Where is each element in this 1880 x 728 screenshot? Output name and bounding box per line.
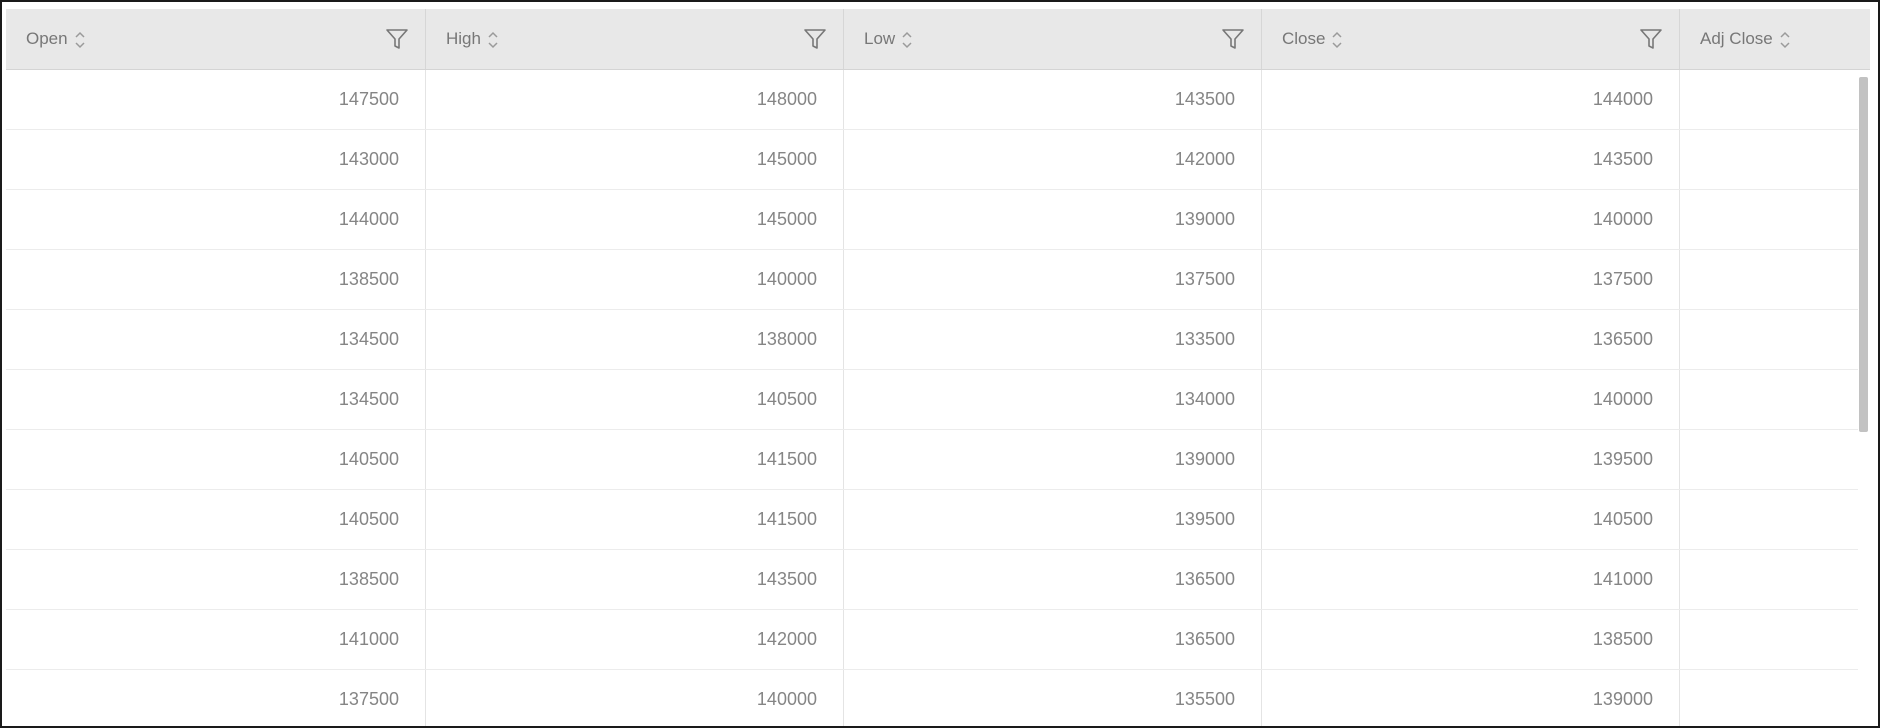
column-label-close: Close (1282, 29, 1326, 48)
cell-low: 139000 (844, 430, 1262, 489)
cell-adj-close (1680, 190, 1870, 249)
column-label-low: Low (864, 29, 896, 48)
cell-open: 140500 (6, 430, 426, 489)
filter-icon[interactable] (385, 27, 409, 51)
cell-open: 138500 (6, 250, 426, 309)
sort-icon[interactable] (487, 29, 499, 51)
cell-open: 140500 (6, 490, 426, 549)
cell-close: 139500 (1262, 430, 1680, 489)
cell-adj-close (1680, 370, 1870, 429)
cell-high: 140000 (426, 250, 844, 309)
cell-close: 139000 (1262, 670, 1680, 726)
table-row[interactable]: 143000 145000 142000 143500 (6, 130, 1870, 190)
cell-adj-close (1680, 310, 1870, 369)
cell-open: 137500 (6, 670, 426, 726)
cell-adj-close (1680, 490, 1870, 549)
cell-adj-close (1680, 430, 1870, 489)
cell-close: 136500 (1262, 310, 1680, 369)
filter-icon[interactable] (1221, 27, 1245, 51)
cell-low: 136500 (844, 610, 1262, 669)
cell-high: 145000 (426, 190, 844, 249)
filter-icon[interactable] (803, 27, 827, 51)
cell-adj-close (1680, 670, 1870, 726)
cell-close: 140000 (1262, 190, 1680, 249)
column-header-open[interactable]: Open (6, 9, 426, 69)
table-row[interactable]: 144000 145000 139000 140000 (6, 190, 1870, 250)
cell-close: 141000 (1262, 550, 1680, 609)
filter-icon[interactable] (1639, 27, 1663, 51)
cell-high: 140000 (426, 670, 844, 726)
cell-low: 142000 (844, 130, 1262, 189)
column-header-adj-close[interactable]: Adj Close (1680, 9, 1870, 69)
cell-adj-close (1680, 250, 1870, 309)
cell-open: 141000 (6, 610, 426, 669)
table-row[interactable]: 134500 140500 134000 140000 (6, 370, 1870, 430)
cell-close: 137500 (1262, 250, 1680, 309)
grid-header: Open High Low Close Adj Close (6, 9, 1870, 70)
table-row[interactable]: 134500 138000 133500 136500 (6, 310, 1870, 370)
column-label-adj-close: Adj Close (1700, 29, 1773, 48)
table-row[interactable]: 140500 141500 139000 139500 (6, 430, 1870, 490)
data-grid: Open High Low Close Adj Close 147500 148… (6, 9, 1870, 726)
data-grid-window: Open High Low Close Adj Close 147500 148… (0, 0, 1880, 728)
column-header-low[interactable]: Low (844, 9, 1262, 69)
table-row[interactable]: 141000 142000 136500 138500 (6, 610, 1870, 670)
table-row[interactable]: 137500 140000 135500 139000 (6, 670, 1870, 726)
cell-high: 145000 (426, 130, 844, 189)
column-header-close[interactable]: Close (1262, 9, 1680, 69)
cell-close: 138500 (1262, 610, 1680, 669)
cell-close: 140500 (1262, 490, 1680, 549)
cell-low: 136500 (844, 550, 1262, 609)
cell-high: 142000 (426, 610, 844, 669)
sort-icon[interactable] (74, 29, 86, 51)
cell-open: 138500 (6, 550, 426, 609)
cell-open: 144000 (6, 190, 426, 249)
cell-low: 135500 (844, 670, 1262, 726)
scrollbar-thumb[interactable] (1859, 77, 1868, 432)
cell-open: 143000 (6, 130, 426, 189)
cell-adj-close (1680, 610, 1870, 669)
cell-close: 140000 (1262, 370, 1680, 429)
cell-low: 134000 (844, 370, 1262, 429)
cell-low: 133500 (844, 310, 1262, 369)
column-label-high: High (446, 29, 481, 48)
table-row[interactable]: 138500 140000 137500 137500 (6, 250, 1870, 310)
sort-icon[interactable] (901, 29, 913, 51)
cell-high: 138000 (426, 310, 844, 369)
grid-body: 147500 148000 143500 144000 143000 14500… (6, 70, 1870, 726)
cell-high: 141500 (426, 490, 844, 549)
column-label-open: Open (26, 29, 68, 48)
cell-high: 141500 (426, 430, 844, 489)
column-header-high[interactable]: High (426, 9, 844, 69)
cell-low: 137500 (844, 250, 1262, 309)
cell-low: 139500 (844, 490, 1262, 549)
table-row[interactable]: 140500 141500 139500 140500 (6, 490, 1870, 550)
cell-adj-close (1680, 70, 1870, 129)
cell-open: 134500 (6, 370, 426, 429)
cell-open: 134500 (6, 310, 426, 369)
cell-low: 139000 (844, 190, 1262, 249)
sort-icon[interactable] (1331, 29, 1343, 51)
sort-icon[interactable] (1779, 29, 1791, 51)
cell-close: 144000 (1262, 70, 1680, 129)
table-row[interactable]: 147500 148000 143500 144000 (6, 70, 1870, 130)
cell-low: 143500 (844, 70, 1262, 129)
table-row[interactable]: 138500 143500 136500 141000 (6, 550, 1870, 610)
cell-adj-close (1680, 550, 1870, 609)
cell-high: 140500 (426, 370, 844, 429)
cell-adj-close (1680, 130, 1870, 189)
cell-open: 147500 (6, 70, 426, 129)
cell-close: 143500 (1262, 130, 1680, 189)
cell-high: 143500 (426, 550, 844, 609)
cell-high: 148000 (426, 70, 844, 129)
